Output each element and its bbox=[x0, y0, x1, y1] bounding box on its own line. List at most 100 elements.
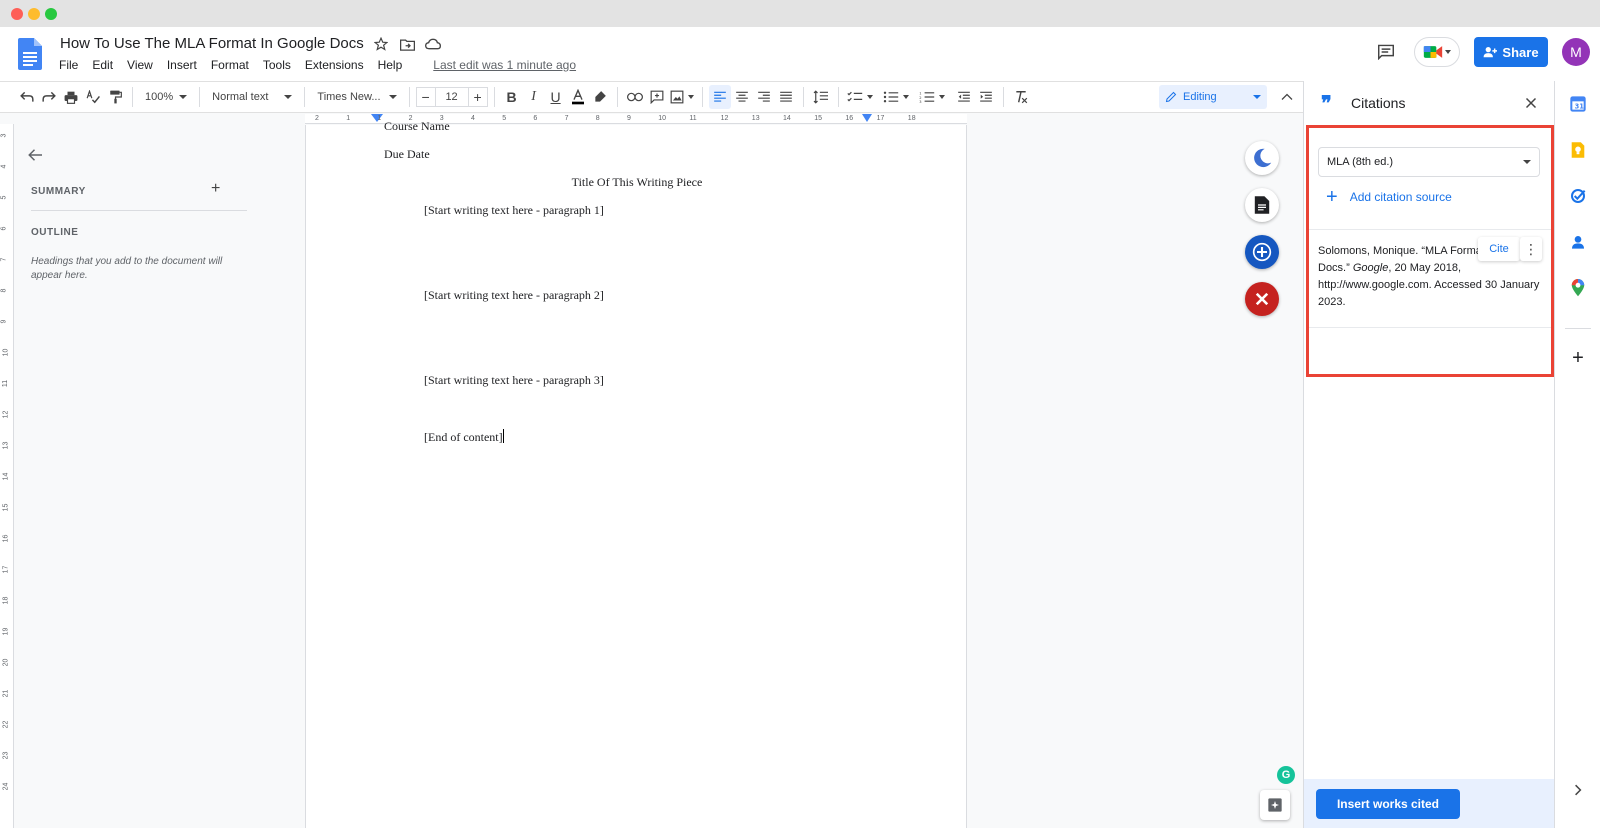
calendar-icon[interactable]: 31 bbox=[1569, 95, 1587, 113]
paragraph-3[interactable]: [Start writing text here - paragraph 3] bbox=[424, 373, 604, 388]
citations-header: ❞ Citations bbox=[1304, 81, 1555, 125]
quote-icon: ❞ bbox=[1321, 91, 1332, 115]
toolbar-divider bbox=[616, 87, 618, 107]
maximize-window-button[interactable] bbox=[45, 8, 57, 20]
explore-button[interactable] bbox=[1260, 790, 1290, 820]
contacts-icon[interactable] bbox=[1569, 233, 1587, 251]
ruler-tick: 6 bbox=[533, 115, 538, 122]
dark-mode-button[interactable] bbox=[1245, 141, 1279, 175]
spellcheck-icon[interactable] bbox=[82, 85, 104, 109]
menu-file[interactable]: File bbox=[52, 58, 85, 72]
toolbar-divider bbox=[1002, 87, 1004, 107]
paragraph-style-select[interactable]: Normal text bbox=[206, 91, 298, 103]
right-indent-marker-icon[interactable] bbox=[862, 114, 872, 123]
vertical-ruler-tick: 17 bbox=[2, 565, 10, 574]
citations-footer: Insert works cited bbox=[1304, 779, 1555, 828]
font-family-select[interactable]: Times New... bbox=[311, 91, 402, 103]
justify-icon[interactable] bbox=[775, 85, 797, 109]
align-left-icon[interactable] bbox=[708, 85, 731, 109]
tasks-icon[interactable] bbox=[1569, 187, 1587, 205]
add-fab-button[interactable] bbox=[1245, 235, 1279, 269]
document-page[interactable]: Course Name Due Date Title Of This Writi… bbox=[305, 119, 968, 828]
print-icon[interactable] bbox=[60, 85, 82, 109]
document-heading[interactable]: Title Of This Writing Piece bbox=[306, 175, 968, 190]
chevron-down-icon bbox=[866, 95, 873, 99]
align-center-icon[interactable] bbox=[731, 85, 753, 109]
align-right-icon[interactable] bbox=[753, 85, 775, 109]
maps-icon[interactable] bbox=[1569, 279, 1587, 297]
comment-history-icon[interactable] bbox=[1372, 38, 1400, 66]
menu-extensions[interactable]: Extensions bbox=[298, 58, 371, 72]
formatting-toolbar: 100% Normal text Times New... − 12 + B I… bbox=[0, 81, 1303, 113]
move-folder-icon[interactable] bbox=[398, 35, 416, 53]
meet-icon bbox=[1423, 46, 1443, 58]
ruler-tick: 1 bbox=[377, 115, 382, 122]
add-summary-button[interactable]: + bbox=[211, 180, 220, 198]
svg-text:31: 31 bbox=[1575, 103, 1585, 111]
bold-icon[interactable]: B bbox=[501, 85, 523, 109]
menu-format[interactable]: Format bbox=[204, 58, 256, 72]
grammarly-icon[interactable]: G bbox=[1277, 766, 1295, 784]
course-name-line[interactable]: Course Name bbox=[384, 119, 450, 134]
insert-comment-icon[interactable] bbox=[646, 85, 668, 109]
menu-help[interactable]: Help bbox=[371, 58, 410, 72]
line-spacing-icon[interactable] bbox=[810, 85, 832, 109]
zoom-select[interactable]: 100% bbox=[139, 91, 193, 103]
increase-font-size-button[interactable]: + bbox=[467, 87, 488, 107]
undo-icon[interactable] bbox=[16, 85, 38, 109]
cloud-status-icon[interactable] bbox=[424, 35, 442, 53]
ruler-tick: 7 bbox=[564, 115, 569, 122]
vertical-ruler-tick: 8 bbox=[0, 288, 8, 293]
highlight-color-icon[interactable] bbox=[589, 85, 611, 109]
menu-insert[interactable]: Insert bbox=[160, 58, 204, 72]
docs-logo-icon[interactable] bbox=[18, 38, 42, 70]
checklist-icon[interactable] bbox=[845, 85, 875, 109]
divider bbox=[31, 210, 247, 211]
vertical-ruler-tick: 10 bbox=[2, 348, 10, 357]
close-window-button[interactable] bbox=[11, 8, 23, 20]
back-arrow-icon[interactable] bbox=[27, 146, 45, 164]
minimize-window-button[interactable] bbox=[28, 8, 40, 20]
menu-view[interactable]: View bbox=[120, 58, 160, 72]
decrease-indent-icon[interactable] bbox=[953, 85, 975, 109]
share-button[interactable]: Share bbox=[1474, 37, 1548, 67]
numbered-list-icon[interactable]: 123 bbox=[917, 85, 947, 109]
underline-icon[interactable]: U bbox=[545, 85, 567, 109]
paint-format-icon[interactable] bbox=[104, 85, 126, 109]
star-icon[interactable] bbox=[372, 35, 390, 53]
bulleted-list-icon[interactable] bbox=[881, 85, 911, 109]
increase-indent-icon[interactable] bbox=[975, 85, 997, 109]
get-addons-icon[interactable]: + bbox=[1569, 347, 1587, 369]
vertical-ruler[interactable]: 3 4 5 6 7 8 9 10 11 12 13 14 15 16 17 18 19 20 21 22 23 24 bbox=[0, 124, 14, 828]
text-color-icon[interactable] bbox=[567, 85, 589, 109]
expand-panel-icon[interactable] bbox=[1569, 781, 1587, 799]
vertical-ruler-tick: 13 bbox=[2, 441, 10, 450]
last-edit-link[interactable]: Last edit was 1 minute ago bbox=[433, 58, 576, 72]
close-panel-icon[interactable] bbox=[1522, 94, 1540, 112]
menu-edit[interactable]: Edit bbox=[85, 58, 120, 72]
due-date-line[interactable]: Due Date bbox=[384, 147, 430, 162]
hide-menus-button[interactable] bbox=[1275, 85, 1299, 109]
paragraph-1[interactable]: [Start writing text here - paragraph 1] bbox=[424, 203, 604, 218]
insert-link-icon[interactable] bbox=[624, 85, 646, 109]
redo-icon[interactable] bbox=[38, 85, 60, 109]
insert-works-cited-button[interactable]: Insert works cited bbox=[1316, 789, 1460, 819]
clear-formatting-icon[interactable] bbox=[1010, 85, 1032, 109]
docs-addon-button[interactable] bbox=[1245, 188, 1279, 222]
editing-mode-select[interactable]: Editing bbox=[1159, 85, 1267, 109]
italic-icon[interactable]: I bbox=[523, 85, 545, 109]
menu-tools[interactable]: Tools bbox=[256, 58, 298, 72]
font-size-input[interactable]: 12 bbox=[435, 87, 468, 107]
highlight-annotation bbox=[1306, 125, 1554, 377]
end-of-content[interactable]: [End of content] bbox=[424, 429, 504, 445]
paragraph-2[interactable]: [Start writing text here - paragraph 2] bbox=[424, 288, 604, 303]
close-fab-button[interactable] bbox=[1245, 282, 1279, 316]
decrease-font-size-button[interactable]: − bbox=[415, 87, 436, 107]
ruler-tick: 8 bbox=[595, 115, 600, 122]
document-title[interactable]: How To Use The MLA Format In Google Docs bbox=[60, 35, 364, 52]
meet-button[interactable] bbox=[1414, 37, 1460, 67]
keep-icon[interactable] bbox=[1569, 141, 1587, 159]
summary-label: SUMMARY bbox=[31, 186, 86, 197]
avatar[interactable]: M bbox=[1562, 38, 1590, 66]
insert-image-icon[interactable] bbox=[668, 85, 696, 109]
